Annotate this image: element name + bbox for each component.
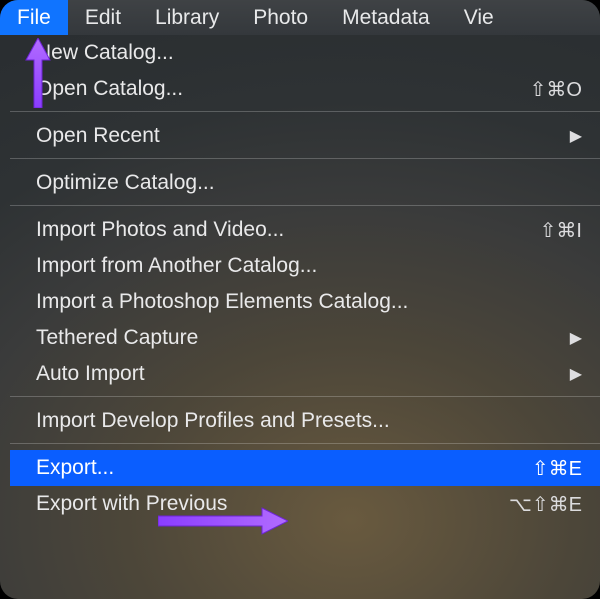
menubar-item-file[interactable]: File	[0, 0, 68, 35]
menu-separator	[10, 158, 600, 159]
menu-item-label: Tethered Capture	[36, 326, 558, 350]
menu-item-optimize-catalog[interactable]: Optimize Catalog...	[10, 165, 600, 201]
menu-item-shortcut: ⇧⌘E	[520, 456, 582, 481]
menu-item-label: Import a Photoshop Elements Catalog...	[36, 290, 582, 314]
menubar-item-label: Edit	[85, 6, 121, 30]
menu-item-open-recent[interactable]: Open Recent ▶	[10, 118, 600, 154]
menu-item-export[interactable]: Export... ⇧⌘E	[10, 450, 600, 486]
menubar: File Edit Library Photo Metadata Vie	[0, 0, 600, 35]
menu-item-label: Export with Previous	[36, 492, 497, 516]
menu-item-import-photos-video[interactable]: Import Photos and Video... ⇧⌘I	[10, 212, 600, 248]
menubar-item-photo[interactable]: Photo	[236, 0, 325, 35]
menubar-item-label: Photo	[253, 6, 308, 30]
menu-item-label: Open Recent	[36, 124, 558, 148]
menu-item-import-profiles-presets[interactable]: Import Develop Profiles and Presets...	[10, 403, 600, 439]
menu-item-shortcut: ⌥⇧⌘E	[497, 492, 582, 517]
menu-item-label: Auto Import	[36, 362, 558, 386]
menu-item-import-pse-catalog[interactable]: Import a Photoshop Elements Catalog...	[10, 284, 600, 320]
menu-item-new-catalog[interactable]: New Catalog...	[10, 35, 600, 71]
submenu-arrow-icon: ▶	[558, 126, 582, 146]
menubar-item-label: Vie	[464, 6, 494, 30]
file-menu-dropdown: New Catalog... Open Catalog... ⇧⌘O Open …	[10, 35, 600, 522]
menu-item-label: Import Photos and Video...	[36, 218, 528, 242]
menu-separator	[10, 443, 600, 444]
menubar-item-label: Library	[155, 6, 219, 30]
menu-separator	[10, 205, 600, 206]
menu-item-label: Import Develop Profiles and Presets...	[36, 409, 582, 433]
menu-separator	[10, 111, 600, 112]
menubar-item-metadata[interactable]: Metadata	[325, 0, 447, 35]
menu-item-label: Export...	[36, 456, 520, 480]
menu-separator	[10, 396, 600, 397]
menubar-item-library[interactable]: Library	[138, 0, 236, 35]
menu-item-auto-import[interactable]: Auto Import ▶	[10, 356, 600, 392]
menu-item-import-another-catalog[interactable]: Import from Another Catalog...	[10, 248, 600, 284]
menu-item-shortcut: ⇧⌘I	[528, 218, 582, 243]
menu-item-tethered-capture[interactable]: Tethered Capture ▶	[10, 320, 600, 356]
menu-item-export-with-previous[interactable]: Export with Previous ⌥⇧⌘E	[10, 486, 600, 522]
menubar-item-view[interactable]: Vie	[447, 0, 511, 35]
submenu-arrow-icon: ▶	[558, 328, 582, 348]
menu-item-shortcut: ⇧⌘O	[518, 77, 582, 102]
menubar-item-label: File	[17, 6, 51, 30]
menubar-item-edit[interactable]: Edit	[68, 0, 138, 35]
menubar-item-label: Metadata	[342, 6, 430, 30]
menu-item-label: New Catalog...	[36, 41, 582, 65]
submenu-arrow-icon: ▶	[558, 364, 582, 384]
menu-item-label: Open Catalog...	[36, 77, 518, 101]
menu-item-label: Import from Another Catalog...	[36, 254, 582, 278]
menu-item-label: Optimize Catalog...	[36, 171, 582, 195]
menu-item-open-catalog[interactable]: Open Catalog... ⇧⌘O	[10, 71, 600, 107]
